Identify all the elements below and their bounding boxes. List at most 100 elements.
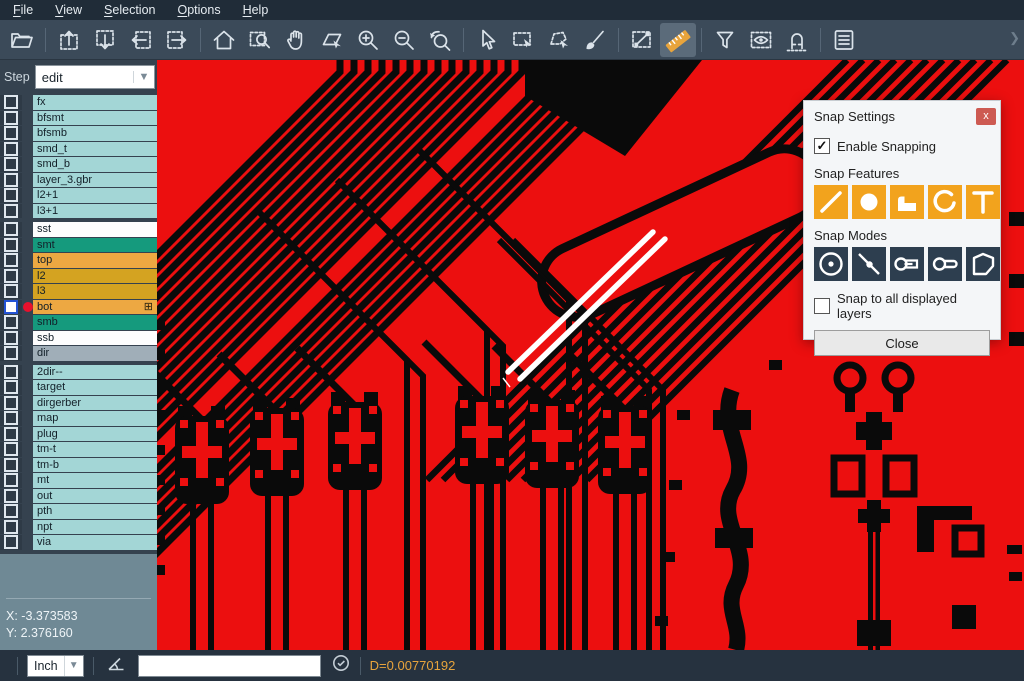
layer-visibility-checkbox[interactable] xyxy=(4,520,18,534)
layer-visibility-checkbox[interactable] xyxy=(4,396,18,410)
layer-row-pth[interactable]: pth xyxy=(0,504,157,519)
layer-row-fx[interactable]: fx xyxy=(0,95,157,110)
layer-visibility-checkbox[interactable] xyxy=(4,204,18,218)
layer-row-bfsmt[interactable]: bfsmt xyxy=(0,111,157,126)
layer-row-smd_t[interactable]: smd_t xyxy=(0,142,157,157)
snap-magnet-icon[interactable] xyxy=(779,23,815,57)
snap-all-layers-checkbox[interactable] xyxy=(814,298,830,314)
layer-row-smb[interactable]: smb xyxy=(0,315,157,330)
layer-row-bfsmb[interactable]: bfsmb xyxy=(0,126,157,141)
snap-pad-slot-button[interactable] xyxy=(928,247,962,281)
zoom-previous-icon[interactable] xyxy=(422,23,458,57)
layer-row-l3[interactable]: l3 xyxy=(0,284,157,299)
view-eye-icon[interactable] xyxy=(743,23,779,57)
layer-visibility-checkbox[interactable] xyxy=(4,346,18,360)
layer-row-tm-t[interactable]: tm-t xyxy=(0,442,157,457)
layer-visibility-checkbox[interactable] xyxy=(4,535,18,549)
select-polygon-icon[interactable] xyxy=(541,23,577,57)
layer-visibility-checkbox[interactable] xyxy=(4,315,18,329)
snap-pad-button[interactable] xyxy=(852,185,886,219)
layer-visibility-checkbox[interactable] xyxy=(4,173,18,187)
zoom-window-icon[interactable] xyxy=(242,23,278,57)
toolbar-overflow-chevron-icon[interactable]: ❯ xyxy=(1009,30,1020,46)
layer-visibility-checkbox[interactable] xyxy=(4,427,18,441)
pan-up-icon[interactable] xyxy=(51,23,87,57)
layer-visibility-checkbox[interactable] xyxy=(4,157,18,171)
zoom-out-icon[interactable] xyxy=(386,23,422,57)
layer-visibility-checkbox[interactable] xyxy=(4,380,18,394)
layer-row-l2+1[interactable]: l2+1 xyxy=(0,188,157,203)
layer-visibility-checkbox[interactable] xyxy=(4,365,18,379)
layer-row-sst[interactable]: sst xyxy=(0,222,157,237)
layer-visibility-checkbox[interactable] xyxy=(4,489,18,503)
layer-visibility-checkbox[interactable] xyxy=(4,95,18,109)
measure-line-icon[interactable] xyxy=(624,23,660,57)
layer-visibility-checkbox[interactable] xyxy=(4,458,18,472)
layer-row-target[interactable]: target xyxy=(0,380,157,395)
layer-row-dir[interactable]: dir xyxy=(0,346,157,361)
layer-visibility-checkbox[interactable] xyxy=(4,111,18,125)
select-rectangle-icon[interactable] xyxy=(505,23,541,57)
grid-icon[interactable]: ⊞ xyxy=(144,300,153,315)
layer-visibility-checkbox[interactable] xyxy=(4,473,18,487)
select-arrow-icon[interactable] xyxy=(469,23,505,57)
zoom-in-icon[interactable] xyxy=(350,23,386,57)
pan-right-icon[interactable] xyxy=(159,23,195,57)
layer-row-l2[interactable]: l2 xyxy=(0,269,157,284)
layer-visibility-checkbox[interactable] xyxy=(4,331,18,345)
snap-contour-button[interactable] xyxy=(966,247,1000,281)
layer-row-smd_b[interactable]: smd_b xyxy=(0,157,157,172)
pcb-canvas[interactable]: Snap Settings x ✓ Enable Snapping Snap F… xyxy=(157,60,1024,650)
layer-row-layer_3.gbr[interactable]: layer_3.gbr xyxy=(0,173,157,188)
layer-row-l3+1[interactable]: l3+1 xyxy=(0,204,157,219)
report-form-icon[interactable] xyxy=(826,23,862,57)
layer-visibility-checkbox[interactable] xyxy=(4,284,18,298)
snap-line-end-button[interactable] xyxy=(890,247,924,281)
layer-row-plug[interactable]: plug xyxy=(0,427,157,442)
measure-ruler-icon[interactable] xyxy=(660,23,696,57)
filter-funnel-icon[interactable] xyxy=(707,23,743,57)
pan-left-icon[interactable] xyxy=(123,23,159,57)
zoom-polygon-icon[interactable] xyxy=(314,23,350,57)
layer-visibility-checkbox[interactable] xyxy=(4,253,18,267)
snap-line-button[interactable] xyxy=(814,185,848,219)
layer-visibility-checkbox[interactable] xyxy=(4,126,18,140)
layer-visibility-checkbox[interactable] xyxy=(4,142,18,156)
layer-row-2dir--[interactable]: 2dir-- xyxy=(0,365,157,380)
snap-arc-button[interactable] xyxy=(928,185,962,219)
layer-visibility-checkbox[interactable] xyxy=(4,300,18,314)
sync-check-icon[interactable] xyxy=(331,653,351,678)
layer-visibility-checkbox[interactable] xyxy=(4,269,18,283)
layer-row-via[interactable]: via xyxy=(0,535,157,550)
layer-visibility-checkbox[interactable] xyxy=(4,411,18,425)
layer-row-top[interactable]: top xyxy=(0,253,157,268)
menu-item-selection[interactable]: Selection xyxy=(93,0,166,20)
menu-item-file[interactable]: File xyxy=(2,0,44,20)
layer-row-npt[interactable]: npt xyxy=(0,520,157,535)
deselect-brush-icon[interactable] xyxy=(577,23,613,57)
enable-snapping-checkbox[interactable]: ✓ xyxy=(814,138,830,154)
layer-row-mt[interactable]: mt xyxy=(0,473,157,488)
menu-item-view[interactable]: View xyxy=(44,0,93,20)
pan-hand-icon[interactable] xyxy=(278,23,314,57)
menu-item-help[interactable]: Help xyxy=(232,0,280,20)
layer-visibility-checkbox[interactable] xyxy=(4,504,18,518)
coordinate-input[interactable] xyxy=(138,655,321,677)
angle-measure-icon[interactable] xyxy=(105,652,127,679)
step-select[interactable]: edit ▼ xyxy=(35,65,155,89)
layer-visibility-checkbox[interactable] xyxy=(4,442,18,456)
pan-down-icon[interactable] xyxy=(87,23,123,57)
layer-row-dirgerber[interactable]: dirgerber xyxy=(0,396,157,411)
snap-text-button[interactable] xyxy=(966,185,1000,219)
layer-visibility-checkbox[interactable] xyxy=(4,188,18,202)
snap-surface-button[interactable] xyxy=(890,185,924,219)
layer-row-out[interactable]: out xyxy=(0,489,157,504)
layer-row-bot[interactable]: bot⊞ xyxy=(0,300,157,315)
layer-row-ssb[interactable]: ssb xyxy=(0,331,157,346)
layer-row-map[interactable]: map xyxy=(0,411,157,426)
layer-row-smt[interactable]: smt xyxy=(0,238,157,253)
layer-row-tm-b[interactable]: tm-b xyxy=(0,458,157,473)
layer-visibility-checkbox[interactable] xyxy=(4,238,18,252)
snap-point-on-line-button[interactable] xyxy=(852,247,886,281)
open-folder-icon[interactable] xyxy=(4,23,40,57)
